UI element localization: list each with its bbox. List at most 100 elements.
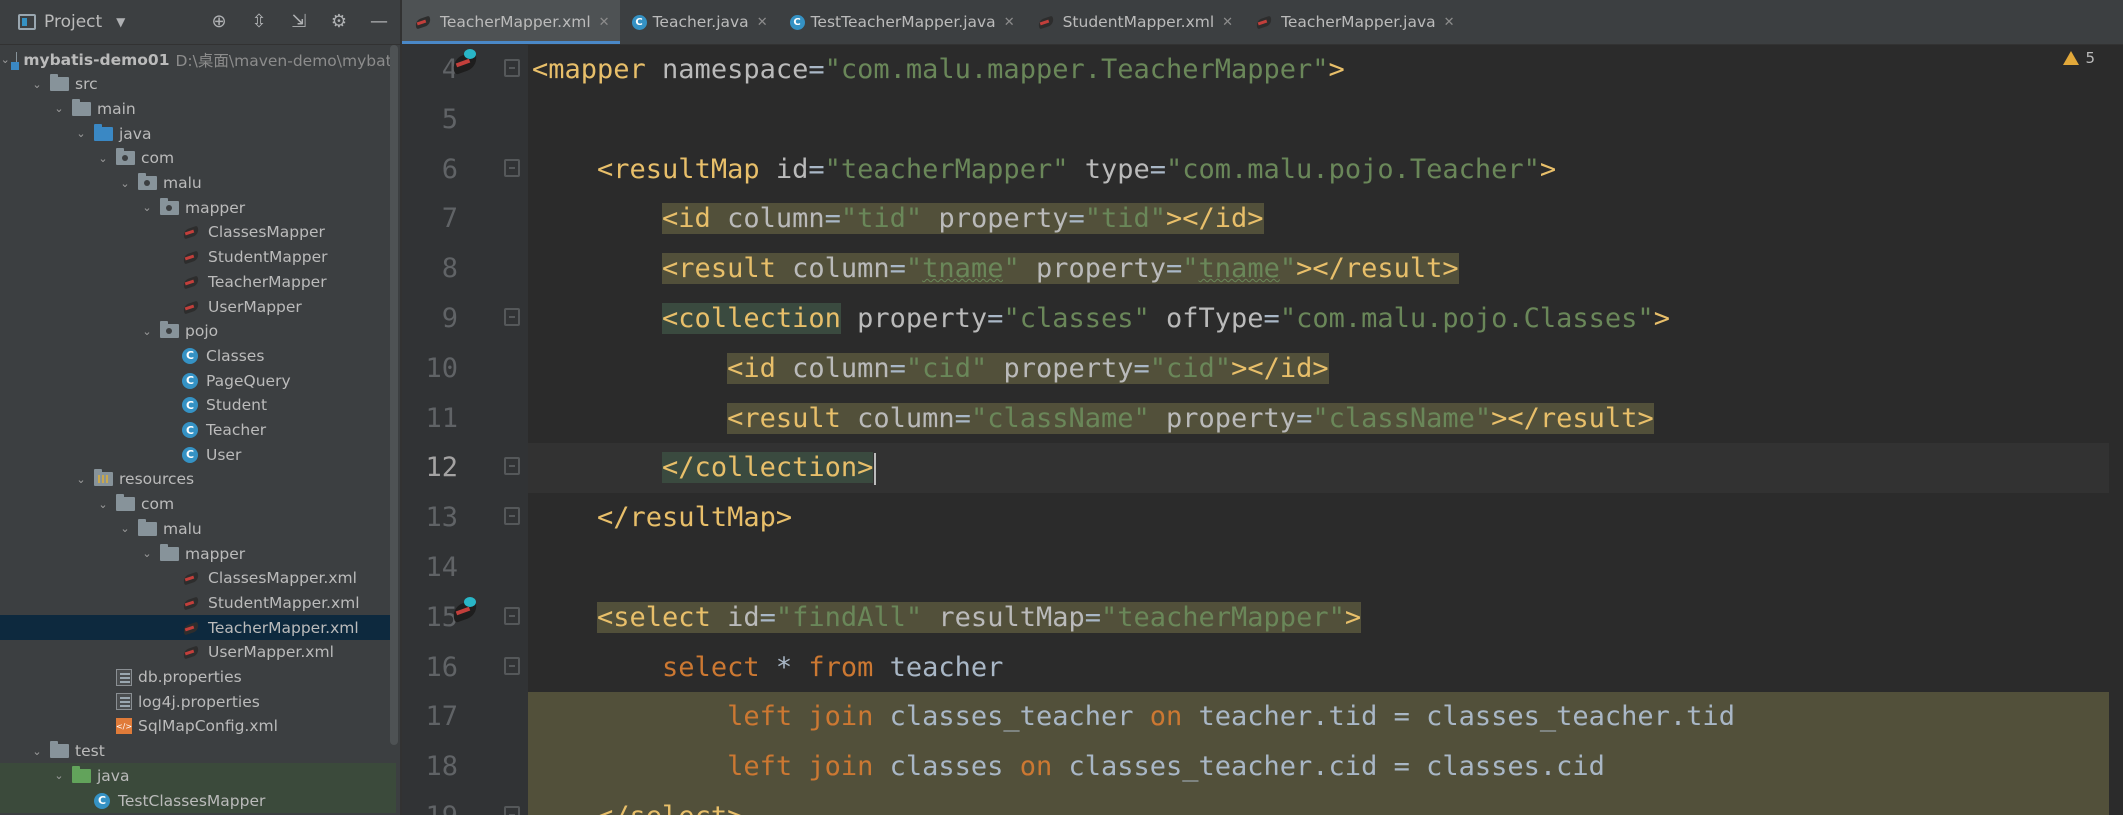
- editor-tab[interactable]: C Teacher.java ✕: [620, 0, 778, 44]
- expand-arrow-icon[interactable]: ⌄: [30, 745, 44, 758]
- code-line[interactable]: </select>: [528, 792, 2123, 815]
- fold-marker-icon[interactable]: [504, 308, 520, 326]
- tree-item[interactable]: C Student: [0, 393, 396, 418]
- tree-item[interactable]: log4j.properties: [0, 689, 396, 714]
- code-line[interactable]: </resultMap>: [528, 493, 2123, 543]
- expand-arrow-icon[interactable]: ⌄: [96, 152, 110, 165]
- mybatis-navigate-icon[interactable]: [450, 47, 484, 77]
- tree-item[interactable]: C Teacher: [0, 418, 396, 443]
- code-token: =: [954, 402, 971, 434]
- tree-item[interactable]: UserMapper: [0, 294, 396, 319]
- expand-arrow-icon[interactable]: ⌄: [140, 547, 154, 560]
- inspection-widget[interactable]: 5: [2063, 49, 2095, 67]
- expand-arrow-icon[interactable]: ⌄: [52, 102, 66, 115]
- code-line[interactable]: left join classes on classes_teacher.cid…: [528, 742, 2123, 793]
- editor-tab[interactable]: TeacherMapper.java ✕: [1243, 0, 1464, 44]
- expand-arrow-icon[interactable]: ⌄: [118, 522, 132, 535]
- editor-tab[interactable]: TeacherMapper.xml ✕: [402, 0, 620, 44]
- expand-arrow-icon[interactable]: ⌄: [140, 325, 154, 338]
- editor-tab[interactable]: C TestTeacherMapper.java ✕: [778, 0, 1025, 44]
- line-number: 9: [441, 303, 458, 334]
- code-line[interactable]: left join classes_teacher on teacher.tid…: [528, 692, 2123, 743]
- fold-marker-icon[interactable]: [504, 507, 520, 526]
- tree-item[interactable]: ⌄ mybatis-demo01 D:\桌面\maven-demo\mybati: [0, 47, 396, 72]
- expand-arrow-icon[interactable]: ⌄: [96, 498, 110, 511]
- code-line[interactable]: [528, 95, 2123, 145]
- fold-marker-icon[interactable]: [504, 59, 520, 77]
- collapse-all-icon[interactable]: ⇲: [288, 11, 310, 33]
- code-line[interactable]: </collection>: [528, 443, 2123, 494]
- class-icon: C: [182, 422, 198, 438]
- code-token: ": [1182, 253, 1199, 285]
- close-icon[interactable]: ✕: [1222, 15, 1233, 30]
- tree-item[interactable]: ⌄ java: [0, 121, 396, 146]
- tree-item[interactable]: ⌄ src: [0, 72, 396, 97]
- close-icon[interactable]: ✕: [757, 15, 768, 30]
- code-editor[interactable]: 45678910111213141516171819 <mapper names…: [402, 45, 2123, 815]
- folder-icon: [72, 98, 91, 116]
- tree-item[interactable]: ⌄ mapper: [0, 541, 396, 566]
- close-icon[interactable]: ✕: [599, 15, 610, 30]
- tree-item[interactable]: ⌄ pojo: [0, 319, 396, 344]
- tree-item[interactable]: TeacherMapper: [0, 269, 396, 294]
- code-line[interactable]: [528, 543, 2123, 593]
- fold-marker-icon[interactable]: [504, 656, 520, 675]
- expand-arrow-icon[interactable]: ⌄: [52, 769, 66, 782]
- fold-marker-icon[interactable]: [504, 457, 520, 476]
- tree-item[interactable]: ⌄ java: [0, 763, 396, 789]
- tree-item[interactable]: ClassesMapper: [0, 220, 396, 245]
- code-line[interactable]: <id column="tid" property="tid"></id>: [528, 194, 2123, 244]
- code-line[interactable]: <select id="findAll" resultMap="teacherM…: [528, 593, 2123, 643]
- tree-item[interactable]: db.properties: [0, 665, 396, 690]
- editor-scrollbar[interactable]: [2109, 45, 2123, 815]
- expand-arrow-icon[interactable]: ⌄: [74, 473, 88, 486]
- fold-marker-icon[interactable]: [504, 606, 520, 625]
- tree-item[interactable]: C User: [0, 442, 396, 467]
- close-icon[interactable]: ✕: [1004, 15, 1015, 30]
- tree-item[interactable]: TeacherMapper.xml: [0, 615, 396, 641]
- code-line[interactable]: <result column="tname" property="tname">…: [528, 244, 2123, 294]
- code-line[interactable]: <mapper namespace="com.malu.mapper.Teach…: [528, 45, 2123, 95]
- mybatis-xml-icon: [182, 621, 202, 635]
- tree-item[interactable]: ⌄ com: [0, 492, 396, 517]
- tree-item[interactable]: StudentMapper: [0, 245, 396, 270]
- project-view-selector[interactable]: Project ▼: [18, 12, 125, 32]
- expand-arrow-icon[interactable]: ⌄: [1, 53, 10, 66]
- tree-item[interactable]: C Classes: [0, 343, 396, 368]
- tree-item[interactable]: ⌄ malu: [0, 516, 396, 541]
- expand-arrow-icon[interactable]: ⌄: [74, 127, 88, 140]
- code-line[interactable]: select * from teacher: [528, 643, 2123, 693]
- tree-item[interactable]: UserMapper.xml: [0, 640, 396, 665]
- code-line[interactable]: <resultMap id="teacherMapper" type="com.…: [528, 145, 2123, 195]
- fold-marker-icon[interactable]: [504, 806, 520, 815]
- tree-item[interactable]: ClassesMapper.xml: [0, 566, 396, 591]
- tree-item[interactable]: ⌄ mapper: [0, 195, 396, 220]
- expand-all-icon[interactable]: ⇳: [248, 11, 270, 33]
- expand-arrow-icon[interactable]: ⌄: [140, 201, 154, 214]
- code-token: left join: [727, 701, 890, 733]
- editor-tab[interactable]: StudentMapper.xml ✕: [1025, 0, 1243, 44]
- tree-item[interactable]: C TestClassesMapper: [0, 788, 396, 813]
- gear-icon[interactable]: ⚙: [328, 11, 350, 33]
- tree-item[interactable]: StudentMapper.xml: [0, 590, 396, 615]
- code-line[interactable]: <collection property="classes" ofType="c…: [528, 294, 2123, 344]
- tree-item-label: log4j.properties: [138, 692, 260, 711]
- mybatis-navigate-icon[interactable]: [450, 595, 484, 625]
- code-line[interactable]: <result column="className" property="cla…: [528, 394, 2123, 444]
- expand-arrow-icon[interactable]: ⌄: [30, 78, 44, 91]
- code-line[interactable]: <id column="cid" property="cid"></id>: [528, 344, 2123, 394]
- tree-item[interactable]: C PageQuery: [0, 368, 396, 393]
- tree-item[interactable]: ⌄ malu: [0, 171, 396, 196]
- project-tree-scrollbar[interactable]: [390, 45, 398, 745]
- hide-panel-icon[interactable]: —: [368, 11, 390, 33]
- locate-file-icon[interactable]: ⊕: [208, 11, 230, 33]
- tree-item[interactable]: ⌄ resources: [0, 467, 396, 492]
- fold-marker-icon[interactable]: [504, 158, 520, 177]
- expand-arrow-icon[interactable]: ⌄: [118, 177, 132, 190]
- tree-item[interactable]: </> SqlMapConfig.xml: [0, 714, 396, 739]
- tree-item[interactable]: ⌄ test: [0, 739, 396, 764]
- tree-item[interactable]: ⌄ com: [0, 146, 396, 171]
- close-icon[interactable]: ✕: [1444, 15, 1455, 30]
- tree-item[interactable]: ⌄ main: [0, 96, 396, 121]
